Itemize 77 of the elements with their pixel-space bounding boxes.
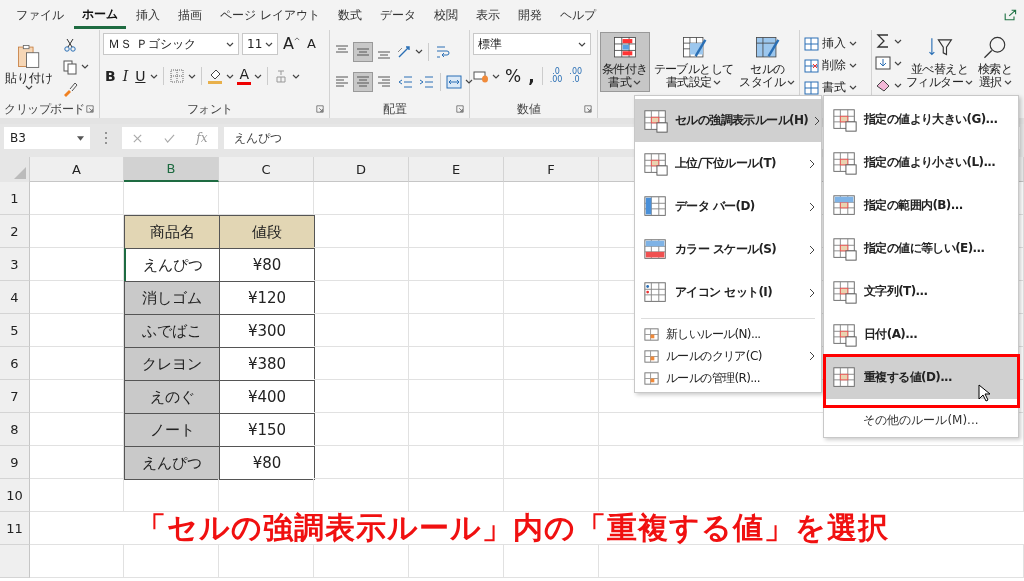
name-box[interactable]: B3 <box>4 127 90 149</box>
table-cell: 値段 <box>219 215 315 249</box>
insert-button[interactable]: 挿入 <box>803 33 868 54</box>
row-header[interactable]: 2 <box>0 215 30 248</box>
column-header[interactable]: D <box>314 157 409 182</box>
column-header[interactable]: C <box>219 157 314 182</box>
group-label: クリップボード <box>4 100 85 118</box>
shrink-font-button[interactable]: A <box>304 35 318 53</box>
group-label: 配置 <box>383 100 406 118</box>
row-header[interactable]: 10 <box>0 479 30 512</box>
percent-button[interactable]: % <box>503 67 524 85</box>
ribbon-tab[interactable]: 描画 <box>170 1 210 29</box>
menu-item[interactable]: 日付(A)... <box>824 313 1018 356</box>
column-header[interactable]: F <box>504 157 599 182</box>
column-header[interactable]: A <box>30 157 124 182</box>
decrease-decimal-button[interactable]: .00 .0 <box>567 68 585 84</box>
ribbon-tab[interactable]: ヘルプ <box>551 1 604 29</box>
row-header[interactable]: 9 <box>0 446 30 479</box>
column-header[interactable]: E <box>409 157 504 182</box>
table-cell: えのぐ <box>124 380 220 414</box>
menu-item[interactable]: その他のルール(M)... <box>824 409 1018 434</box>
ribbon-tab[interactable]: 表示 <box>467 1 508 29</box>
sort-filter-button[interactable]: 並べ替えと フィルター <box>905 33 974 91</box>
ribbon-tab[interactable]: 校閲 <box>425 1 466 29</box>
row-header[interactable]: 4 <box>0 281 30 314</box>
table-cell: クレヨン <box>124 347 220 381</box>
menu-item[interactable]: セルの強調表示ルール(H) <box>635 99 821 142</box>
menu-item[interactable]: 新しいルール(N)... <box>635 323 821 345</box>
menu-item[interactable]: アイコン セット(I) <box>635 271 821 314</box>
row-header[interactable]: 7 <box>0 380 30 413</box>
font-name-field[interactable]: ＭＳ Ｐゴシック <box>103 33 239 55</box>
row-header[interactable]: 11 <box>0 512 30 545</box>
menu-item[interactable]: ルールの管理(R)... <box>635 367 821 389</box>
cell-style-button[interactable]: セルの スタイル <box>738 33 797 91</box>
ribbon-tab[interactable]: ファイル <box>8 1 72 29</box>
menu-item[interactable]: 指定の値に等しい(E)... <box>824 227 1018 270</box>
number-format-field[interactable]: 標準 <box>473 33 591 55</box>
row-header[interactable]: 6 <box>0 347 30 380</box>
comma-button[interactable]: , <box>526 67 537 85</box>
font-color-button[interactable]: A <box>237 67 252 85</box>
italic-button[interactable]: I <box>120 67 131 85</box>
underline-button[interactable]: U <box>133 67 148 85</box>
font-size-field[interactable]: 11 <box>242 33 278 55</box>
bold-button[interactable]: B <box>103 67 118 85</box>
menu-item[interactable]: ルールのクリア(C) <box>635 345 821 367</box>
paste-button[interactable]: 貼り付け <box>3 41 55 92</box>
table-cell: 商品名 <box>124 215 220 249</box>
menu-item[interactable]: 文字列(T)... <box>824 270 1018 313</box>
ribbon-tab[interactable]: 開発 <box>509 1 550 29</box>
menu-item[interactable]: 指定の範囲内(B)... <box>824 184 1018 227</box>
row-header[interactable]: 8 <box>0 413 30 446</box>
table-cell: えんぴつ <box>124 446 220 480</box>
table-cell: ノート <box>124 413 220 447</box>
ribbon-tab[interactable]: データ <box>371 1 424 29</box>
column-header[interactable]: B <box>124 157 219 182</box>
menu-item[interactable]: 重複する値(D)... <box>824 356 1018 399</box>
ribbon-tab[interactable]: 数式 <box>329 1 370 29</box>
ribbon-tab[interactable]: ページ レイアウト <box>212 1 328 29</box>
table-cell: ふでばこ <box>124 314 220 348</box>
format-button[interactable]: 書式 <box>803 77 868 98</box>
ribbon-tab[interactable]: 挿入 <box>128 1 168 29</box>
delete-button[interactable]: 削除 <box>803 55 868 76</box>
menu-item[interactable]: カラー スケール(S) <box>635 228 821 271</box>
group-label: 数値 <box>517 100 540 118</box>
table-format-button[interactable]: テーブルとして 書式設定 <box>652 33 735 91</box>
menu-item[interactable]: データ バー(D) <box>635 185 821 228</box>
find-select-button[interactable]: 検索と 選択 <box>977 33 1014 91</box>
group-label: フォント <box>186 100 233 118</box>
row-header[interactable]: 3 <box>0 248 30 281</box>
row-header[interactable]: 5 <box>0 314 30 347</box>
table-cell: 消しゴム <box>124 281 220 315</box>
increase-decimal-button[interactable]: .0 .00 <box>547 68 565 84</box>
table-cell: ¥80 <box>219 446 315 480</box>
grow-font-button[interactable]: A <box>281 35 302 53</box>
conditional-format-button[interactable]: 条件付き 書式 <box>601 33 649 91</box>
row-header[interactable]: 1 <box>0 182 30 215</box>
caption: 「セルの強調表示ルール」内の「重複する値」を選択 <box>135 508 889 547</box>
